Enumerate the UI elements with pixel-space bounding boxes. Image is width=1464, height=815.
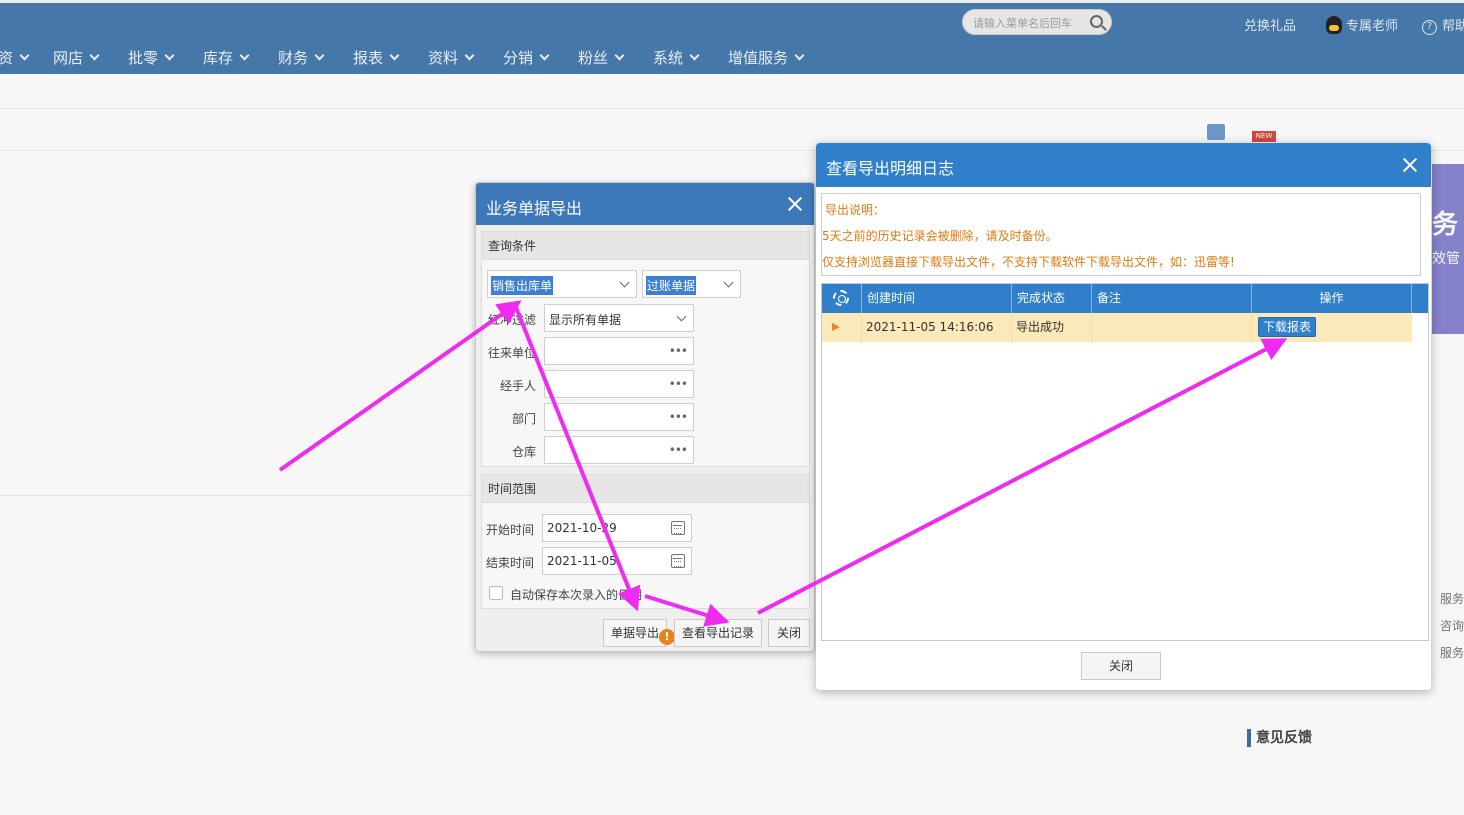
end-date-input[interactable]: 2021-11-05: [542, 547, 692, 575]
chevron-down-icon: [689, 50, 700, 61]
chevron-down-icon: [614, 50, 625, 61]
auto-save-label: 自动保存本次录入的日期: [510, 588, 643, 602]
handler-field[interactable]: •••: [544, 370, 694, 398]
export-log-dialog: 查看导出明细日志 导出说明： 5天之前的历史记录会被删除，请及时备份。 仅支持浏…: [816, 143, 1431, 690]
export-dialog-header: 业务单据导出: [476, 183, 814, 225]
bill-type-value: 销售出库单: [491, 276, 554, 295]
menu-search-box[interactable]: 请输入菜单名后回车: [962, 9, 1112, 35]
help-label: 帮助: [1442, 19, 1464, 34]
export-dialog-title: 业务单据导出: [486, 199, 583, 218]
dept-label: 部门: [512, 412, 537, 426]
calendar-icon[interactable]: [671, 521, 685, 535]
note-line: 仅支持浏览器直接下载导出文件，不支持下载软件下载导出文件，如：迅雷等!: [822, 255, 1235, 269]
nav-item-1[interactable]: 网店: [53, 47, 100, 68]
column-header: 备注: [1092, 284, 1252, 313]
chevron-down-icon: [794, 50, 805, 61]
chevron-down-icon: [164, 50, 175, 61]
teacher-label: 专属老师: [1346, 19, 1399, 34]
partner-field[interactable]: •••: [544, 337, 694, 365]
export-dialog: 业务单据导出 查询条件 销售出库单 过账单据 红冲过滤 显示所有单据 往来单位 …: [475, 182, 815, 652]
chevron-down-icon: [539, 50, 550, 61]
close-icon[interactable]: [785, 194, 805, 214]
log-close-button[interactable]: 关闭: [1081, 652, 1161, 680]
chevron-down-icon: [89, 50, 100, 61]
chevron-down-icon: [676, 311, 687, 322]
close-icon[interactable]: [1400, 155, 1420, 175]
download-report-button[interactable]: 下载报表: [1258, 317, 1317, 337]
nav-item-0[interactable]: 资: [0, 47, 30, 68]
more-icon[interactable]: •••: [669, 443, 688, 457]
note-line: 5天之前的历史记录会被删除，请及时备份。: [822, 229, 1058, 243]
qq-icon: [1326, 16, 1342, 34]
warehouse-label: 仓库: [512, 445, 537, 459]
more-icon[interactable]: •••: [669, 344, 688, 358]
table-row[interactable]: 2021-11-05 14:16:06 导出成功 下载报表: [822, 313, 1412, 342]
end-date-label: 结束时间: [486, 556, 535, 570]
start-date-input[interactable]: 2021-10-29: [542, 514, 692, 542]
column-settings[interactable]: [822, 284, 862, 313]
bill-status-select[interactable]: 过账单据: [642, 270, 741, 298]
nav-item-2[interactable]: 批零: [128, 47, 175, 68]
export-log-dialog-header: 查看导出明细日志: [816, 143, 1431, 187]
help-link[interactable]: ? 帮助: [1422, 15, 1464, 35]
bill-status-value: 过账单据: [646, 276, 697, 295]
nav-item-8[interactable]: 粉丝: [578, 47, 625, 68]
nav-item-7[interactable]: 分销: [503, 47, 550, 68]
filter-value: 显示所有单据: [549, 313, 622, 327]
close-button[interactable]: 关闭: [768, 619, 810, 647]
end-date-value: 2021-11-05: [547, 554, 617, 568]
export-log-dialog-title: 查看导出明细日志: [826, 159, 955, 178]
filter-label: 红冲过滤: [488, 313, 537, 327]
more-icon[interactable]: •••: [669, 377, 688, 391]
calendar-icon[interactable]: [671, 554, 685, 568]
view-export-log-button[interactable]: 查看导出记录: [674, 619, 762, 647]
row-indicator: [822, 313, 862, 342]
dept-field[interactable]: •••: [544, 403, 694, 431]
start-date-value: 2021-10-29: [547, 521, 617, 535]
search-icon[interactable]: [1090, 15, 1103, 28]
export-notes: 导出说明： 5天之前的历史记录会被删除，请及时备份。 仅支持浏览器直接下载导出文…: [821, 193, 1421, 276]
warehouse-field[interactable]: •••: [544, 436, 694, 464]
search-placeholder: 请输入菜单名后回车: [973, 17, 1072, 30]
chevron-down-icon: [619, 277, 630, 288]
more-icon[interactable]: •••: [669, 410, 688, 424]
nav-item-4[interactable]: 财务: [278, 47, 325, 68]
warning-icon: !: [659, 629, 675, 645]
chevron-down-icon: [314, 50, 325, 61]
chevron-down-icon: [723, 277, 734, 288]
gear-icon[interactable]: [833, 290, 849, 306]
start-date-label: 开始时间: [486, 523, 535, 537]
nav-item-5[interactable]: 报表: [353, 47, 400, 68]
handler-label: 经手人: [500, 379, 537, 393]
teacher-link[interactable]: 专属老师: [1326, 15, 1398, 34]
time-section-title: 时间范围: [482, 475, 809, 503]
help-icon: ?: [1422, 20, 1437, 35]
nav-item-9[interactable]: 系统: [653, 47, 700, 68]
chevron-down-icon: [389, 50, 400, 61]
nav-item-3[interactable]: 库存: [203, 47, 250, 68]
table-header: 创建时间 完成状态 备注 操作: [822, 284, 1428, 313]
status-cell: 导出成功: [1012, 313, 1092, 342]
auto-save-checkbox[interactable]: [489, 586, 503, 600]
column-header: 操作: [1252, 284, 1412, 313]
query-section-title: 查询条件: [482, 232, 809, 260]
export-log-table: 创建时间 完成状态 备注 操作 2021-11-05 14:16:06 导出成功…: [821, 283, 1429, 641]
exchange-gift-link[interactable]: 兑换礼品: [1244, 15, 1296, 34]
bill-type-select[interactable]: 销售出库单: [487, 270, 637, 298]
export-button[interactable]: 单据导出: [603, 619, 667, 647]
partner-label: 往来单位: [488, 346, 537, 360]
column-header: 完成状态: [1012, 284, 1092, 313]
column-header: 创建时间: [862, 284, 1012, 313]
remark-cell: [1092, 313, 1252, 342]
top-bar: 请输入菜单名后回车 兑换礼品 专属老师 ? 帮助 资 网店 批零 库存 财务 报表…: [0, 0, 1464, 74]
nav-item-10[interactable]: 增值服务: [728, 47, 805, 68]
note-line: 导出说明：: [825, 203, 886, 217]
play-icon: [832, 323, 840, 331]
chevron-down-icon: [19, 50, 30, 61]
chevron-down-icon: [239, 50, 250, 61]
created-time-cell: 2021-11-05 14:16:06: [862, 313, 1012, 342]
nav-item-6[interactable]: 资料: [428, 47, 475, 68]
filter-select[interactable]: 显示所有单据: [544, 304, 694, 332]
chevron-down-icon: [464, 50, 475, 61]
